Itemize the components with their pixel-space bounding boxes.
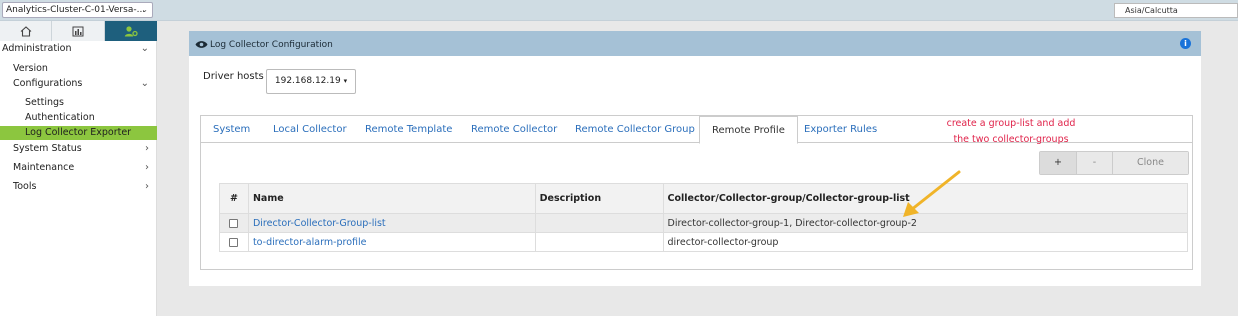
column-header-description[interactable]: Description (534, 183, 664, 214)
cluster-select[interactable]: Analytics-Cluster-C-01-Versa-... ⌄ (2, 2, 153, 18)
timezone-value: Asia/Calcutta (1125, 6, 1178, 15)
chevron-down-icon: ⌄ (140, 78, 149, 89)
tab-system[interactable]: System (201, 116, 262, 143)
page-title: Log Collector Configuration (210, 40, 333, 50)
tab-label: Remote Profile (712, 125, 785, 136)
chevron-right-icon: › (145, 181, 149, 192)
timezone-field[interactable]: Asia/Calcutta (1114, 3, 1238, 18)
sidebar-item-label: Settings (25, 97, 64, 108)
row-checkbox[interactable] (229, 237, 239, 247)
chevron-right-icon: › (145, 162, 149, 173)
sidebar-item-label: Maintenance (13, 162, 75, 173)
tab-label: System (213, 124, 251, 135)
sidebar-item-label: Authentication (25, 112, 95, 123)
sidebar: Administration ⌄ Version Configurations … (0, 21, 157, 316)
sidebar-item-label: System Status (13, 143, 82, 154)
sidebar-item-version[interactable]: Version (0, 61, 157, 77)
column-header-name[interactable]: Name (247, 183, 536, 214)
row-checkbox[interactable] (229, 218, 239, 228)
sidebar-icon-bar (0, 21, 157, 41)
tab-label: Exporter Rules (804, 124, 878, 135)
sidebar-item-system-status[interactable]: System Status › (0, 141, 157, 157)
chevron-down-icon: ⌄ (141, 5, 148, 14)
annotation-line: create a group-list and add (946, 118, 1076, 129)
row-collector: director-collector-group (662, 232, 1189, 252)
tabs-container: System Local Collector Remote Template R… (200, 115, 1193, 270)
row-description (534, 232, 664, 252)
driver-hosts-dropdown[interactable]: 192.168.12.19 ▾ (266, 69, 356, 94)
panel-header: Log Collector Configuration i (189, 31, 1201, 56)
driver-hosts-label: Driver hosts (203, 71, 264, 82)
row-name-link[interactable]: to-director-alarm-profile (247, 232, 536, 252)
column-header-number: # (219, 183, 249, 214)
sidebar-item-tools[interactable]: Tools › (0, 179, 157, 195)
annotation-arrow-icon (903, 170, 961, 217)
info-icon[interactable]: i (1180, 38, 1191, 49)
home-icon[interactable] (0, 21, 52, 41)
sidebar-item-configurations[interactable]: Configurations ⌄ (0, 76, 157, 92)
tab-remote-collector[interactable]: Remote Collector (459, 116, 569, 143)
annotation-note: create a group-list and add the two coll… (931, 116, 1091, 148)
tab-label: Remote Template (365, 124, 453, 135)
log-collector-panel: Log Collector Configuration i Driver hos… (189, 31, 1201, 286)
chevron-down-icon: ⌄ (140, 43, 149, 54)
clone-button[interactable]: Clone (1113, 152, 1188, 174)
sidebar-item-settings[interactable]: Settings (0, 95, 157, 111)
table-action-buttons: + - Clone (1039, 151, 1189, 175)
tab-local-collector[interactable]: Local Collector (261, 116, 359, 143)
sidebar-item-label: Version (13, 63, 48, 74)
remove-button[interactable]: - (1077, 152, 1113, 174)
sidebar-item-label: Configurations (13, 78, 83, 89)
table-header-row: # Name Description Collector/Collector-g… (219, 183, 1189, 214)
row-name-link[interactable]: Director-Collector-Group-list (247, 213, 536, 233)
sidebar-item-authentication[interactable]: Authentication (0, 110, 157, 126)
sidebar-item-label: Log Collector Exporter (25, 127, 132, 138)
eye-icon (195, 40, 208, 52)
sidebar-item-maintenance[interactable]: Maintenance › (0, 160, 157, 176)
chevron-right-icon: › (145, 143, 149, 154)
sidebar-item-label: Tools (13, 181, 37, 192)
sidebar-item-administration[interactable]: Administration ⌄ (0, 41, 157, 57)
top-bar: Analytics-Cluster-C-01-Versa-... ⌄ Asia/… (0, 0, 1238, 21)
tab-label: Remote Collector Group (575, 124, 695, 135)
row-checkbox-cell (219, 232, 249, 252)
cluster-select-value: Analytics-Cluster-C-01-Versa-... (6, 5, 146, 15)
caret-down-icon: ▾ (343, 77, 348, 85)
row-checkbox-cell (219, 213, 249, 233)
annotation-line: the two collector-groups (953, 134, 1069, 145)
sidebar-item-label: Administration (2, 43, 72, 54)
add-button[interactable]: + (1040, 152, 1077, 174)
table-row[interactable]: to-director-alarm-profile director-colle… (219, 232, 1189, 252)
table-row[interactable]: Director-Collector-Group-list Director-c… (219, 213, 1189, 233)
tab-remote-collector-group[interactable]: Remote Collector Group (563, 116, 707, 143)
driver-hosts-value: 192.168.12.19 (274, 76, 341, 86)
tab-exporter-rules[interactable]: Exporter Rules (792, 116, 889, 143)
sidebar-item-log-collector-exporter[interactable]: Log Collector Exporter (0, 126, 157, 140)
remote-profile-table: # Name Description Collector/Collector-g… (219, 183, 1189, 252)
tab-remote-template[interactable]: Remote Template (353, 116, 464, 143)
row-description (534, 213, 664, 233)
tab-label: Local Collector (273, 124, 347, 135)
tab-label: Remote Collector (471, 124, 558, 135)
chart-icon[interactable] (52, 21, 105, 41)
admin-icon[interactable] (105, 21, 157, 41)
tab-remote-profile[interactable]: Remote Profile (699, 116, 798, 144)
